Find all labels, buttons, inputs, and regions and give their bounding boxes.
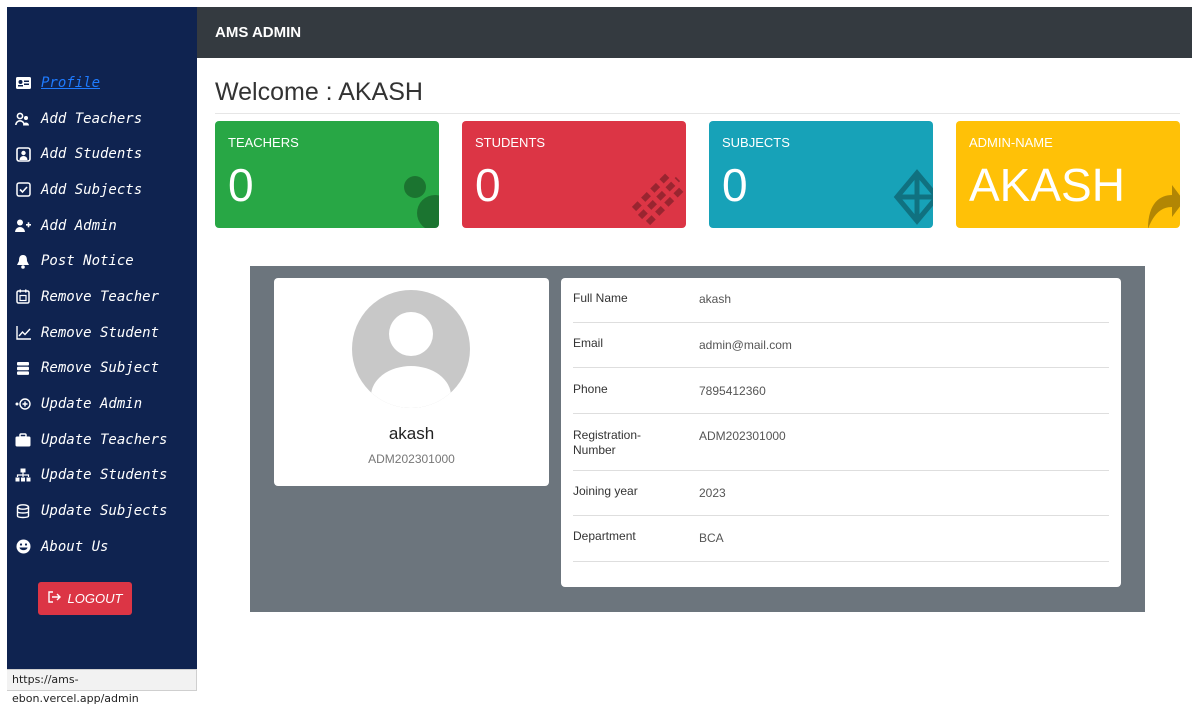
detail-key: Registration-Number: [573, 428, 642, 457]
sitemap-icon: [15, 467, 31, 483]
detail-value: 7895412360: [699, 384, 766, 398]
app-brand[interactable]: AMS ADMIN: [215, 24, 301, 41]
profile-panel: akash ADM202301000 Full Name akash Email…: [250, 266, 1145, 612]
user-plus-icon: [15, 218, 31, 234]
card-label: SUBJECTS: [722, 135, 790, 150]
profile-details-card: Full Name akash Email admin@mail.com Pho…: [561, 278, 1121, 587]
admin-name-card: ADMIN-NAME AKASH: [956, 121, 1180, 228]
subjects-card: SUBJECTS 0: [709, 121, 933, 228]
sidebar-item-update-admin[interactable]: Update Admin: [7, 386, 197, 422]
sidebar-item-label: Post Notice: [41, 253, 134, 270]
id-card-icon: [15, 75, 31, 91]
page-title: Welcome : AKASH: [215, 78, 423, 106]
card-label: STUDENTS: [475, 135, 546, 150]
database-icon: [15, 503, 31, 519]
profile-registration: ADM202301000: [368, 452, 455, 466]
card-value: 0: [722, 159, 748, 211]
detail-value: akash: [699, 292, 732, 306]
detail-key: Full Name: [573, 291, 628, 305]
sidebar-item-label: Update Subjects: [41, 503, 168, 520]
top-navbar: AMS ADMIN: [197, 7, 1192, 58]
users-icon: [15, 111, 31, 127]
sidebar-item-label: Add Subjects: [41, 181, 143, 198]
sidebar-item-post-notice[interactable]: Post Notice: [7, 243, 197, 279]
pen-icon: [630, 169, 686, 228]
share-icon: [1140, 173, 1180, 228]
detail-value: BCA: [699, 531, 724, 545]
detail-row: Department BCA: [573, 516, 1109, 562]
sidebar-item-remove-subject[interactable]: Remove Subject: [7, 351, 197, 387]
sidebar-item-label: Add Admin: [41, 217, 117, 234]
detail-key: Joining year: [573, 484, 638, 498]
detail-value: admin@mail.com: [699, 338, 792, 352]
person-square-icon: [15, 146, 31, 162]
cube-icon: [893, 165, 933, 228]
detail-value: ADM202301000: [699, 429, 786, 443]
bell-icon: [15, 253, 31, 269]
detail-row: Phone 7895412360: [573, 368, 1109, 414]
sidebar-item-update-teachers[interactable]: Update Teachers: [7, 422, 197, 458]
status-bar-url: https://ams-ebon.vercel.app/admin: [7, 669, 197, 705]
sidebar-item-label: Update Admin: [41, 396, 143, 413]
profile-name: akash: [388, 424, 435, 443]
sidebar-item-label: Remove Student: [41, 324, 160, 341]
card-label: TEACHERS: [228, 135, 299, 150]
sidebar-nav: Profile Add Teachers Add Students Add Su…: [7, 65, 197, 565]
divider: [215, 113, 1180, 114]
sidebar-item-update-subjects[interactable]: Update Subjects: [7, 493, 197, 529]
sidebar-item-add-admin[interactable]: Add Admin: [7, 208, 197, 244]
detail-row: Email admin@mail.com: [573, 323, 1109, 368]
sidebar-item-add-students[interactable]: Add Students: [7, 136, 197, 172]
check-square-icon: [15, 182, 31, 198]
detail-value: 2023: [699, 486, 726, 500]
sidebar-item-add-teachers[interactable]: Add Teachers: [7, 101, 197, 137]
briefcase-icon: [15, 432, 31, 448]
sidebar-item-label: Remove Subject: [41, 360, 160, 377]
logout-button[interactable]: LOGOUT: [38, 582, 132, 615]
sidebar-item-label: Update Teachers: [41, 431, 168, 448]
card-value: 0: [228, 159, 254, 211]
sidebar-item-label: About Us: [41, 538, 109, 555]
sidebar-item-label: Remove Teacher: [41, 288, 160, 305]
detail-key: Phone: [573, 382, 608, 396]
sidebar: Profile Add Teachers Add Students Add Su…: [7, 7, 197, 705]
server-icon: [15, 360, 31, 376]
detail-row: Full Name akash: [573, 278, 1109, 323]
sidebar-item-about-us[interactable]: About Us: [7, 529, 197, 565]
calendar-icon: [15, 289, 31, 305]
sidebar-item-label: Add Students: [41, 146, 143, 163]
detail-row: Registration-Number ADM202301000: [573, 414, 1109, 471]
users-icon: [399, 169, 439, 228]
profile-card: akash ADM202301000: [274, 278, 549, 486]
logout-label: LOGOUT: [67, 591, 123, 606]
chart-line-icon: [15, 325, 31, 341]
sidebar-item-label: Add Teachers: [41, 110, 143, 127]
detail-key: Department: [573, 529, 636, 543]
dot-plus-icon: [15, 396, 31, 412]
sidebar-item-label: Profile: [41, 74, 101, 91]
card-label: ADMIN-NAME: [969, 135, 1053, 150]
sidebar-item-remove-teacher[interactable]: Remove Teacher: [7, 279, 197, 315]
sidebar-item-update-students[interactable]: Update Students: [7, 458, 197, 494]
card-value: AKASH: [969, 159, 1125, 211]
avatar: [352, 290, 470, 408]
teachers-card: TEACHERS 0: [215, 121, 439, 228]
detail-key: Email: [573, 336, 604, 350]
smile-icon: [15, 539, 31, 555]
sidebar-item-label: Update Students: [41, 467, 168, 484]
card-value: 0: [475, 159, 501, 211]
students-card: STUDENTS 0: [462, 121, 686, 228]
sidebar-item-profile[interactable]: Profile: [7, 65, 197, 101]
sidebar-item-add-subjects[interactable]: Add Subjects: [7, 172, 197, 208]
detail-row: Joining year 2023: [573, 471, 1109, 516]
logout-icon: [47, 591, 62, 606]
sidebar-item-remove-student[interactable]: Remove Student: [7, 315, 197, 351]
